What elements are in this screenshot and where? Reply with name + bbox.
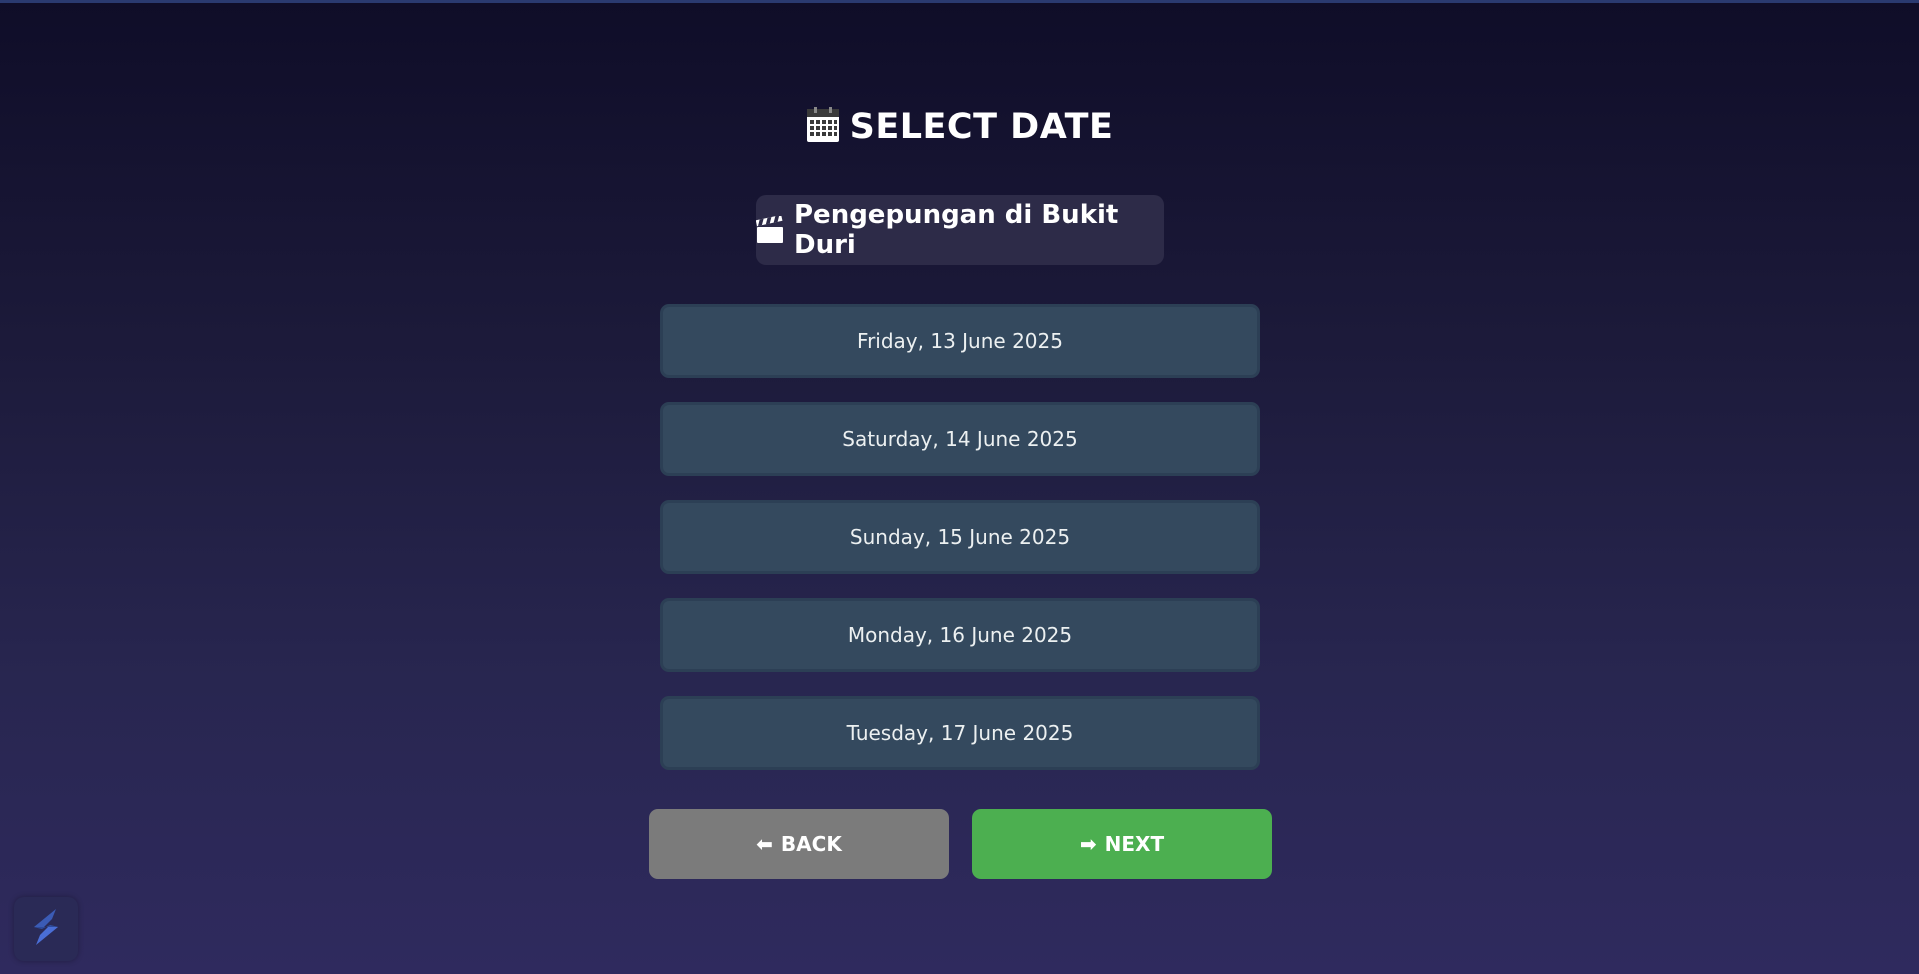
arrow-left-icon: ⬅: [756, 832, 773, 856]
next-button-label: NEXT: [1104, 832, 1165, 856]
date-option-label: Saturday, 14 June 2025: [842, 427, 1078, 451]
app-logo-badge[interactable]: [14, 897, 78, 961]
back-button-label: BACK: [780, 832, 842, 856]
clapperboard-icon: [755, 214, 784, 244]
date-option[interactable]: Monday, 16 June 2025: [660, 598, 1260, 672]
arrow-right-icon: ➡: [1079, 832, 1097, 856]
date-option[interactable]: Tuesday, 17 June 2025: [660, 696, 1260, 770]
page-title-text: SELECT DATE: [849, 107, 1114, 147]
calendar-icon: [806, 107, 840, 143]
next-button[interactable]: ➡ NEXT: [972, 809, 1272, 879]
date-option[interactable]: Sunday, 15 June 2025: [660, 500, 1260, 574]
top-accent-bar: [0, 0, 1919, 3]
date-option-label: Monday, 16 June 2025: [847, 623, 1073, 647]
date-option[interactable]: Friday, 13 June 2025: [660, 304, 1260, 378]
movie-title: Pengepungan di Bukit Duri: [794, 200, 1119, 260]
date-option-label: Friday, 13 June 2025: [857, 329, 1063, 353]
app-logo-icon: [26, 905, 66, 953]
movie-title-badge: Pengepungan di Bukit Duri: [755, 195, 1164, 265]
date-option[interactable]: Saturday, 14 June 2025: [660, 402, 1260, 476]
date-option-label: Sunday, 15 June 2025: [849, 525, 1071, 549]
date-option-label: Tuesday, 17 June 2025: [846, 721, 1074, 745]
page-title: SELECT DATE: [0, 102, 1919, 152]
back-button[interactable]: ⬅ BACK: [649, 809, 949, 879]
